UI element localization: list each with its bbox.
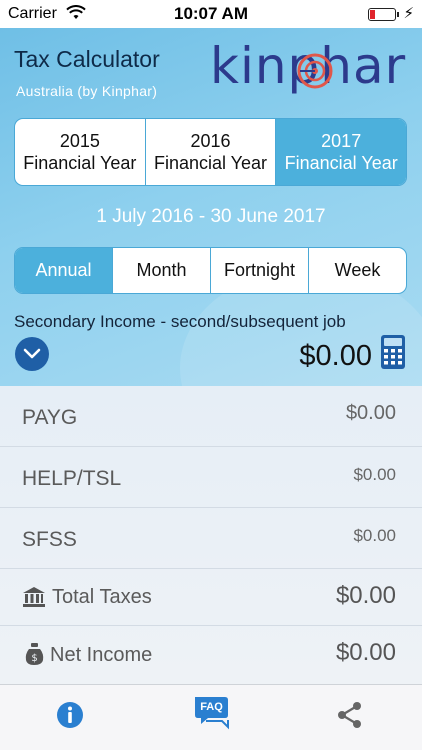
result-row-net-income: $ Net Income $0.00 bbox=[0, 626, 422, 684]
year-2016-sublabel: Financial Year bbox=[153, 153, 268, 173]
app-subtitle: Australia (by Kinphar) bbox=[16, 83, 158, 99]
period-selector: Annual Month Fortnight Week bbox=[14, 247, 407, 294]
app-title: Tax Calculator bbox=[14, 46, 160, 72]
sfss-value: $0.00 bbox=[353, 526, 396, 545]
svg-text:$: $ bbox=[31, 653, 37, 664]
net-income-label: Net Income bbox=[50, 644, 153, 666]
result-row-sfss: SFSS $0.00 bbox=[0, 508, 422, 569]
sfss-label: SFSS bbox=[22, 528, 77, 551]
kinphar-logo: kinphar bbox=[210, 36, 410, 102]
payg-label: PAYG bbox=[22, 406, 78, 429]
financial-year-selector: 2015 Financial Year 2016 Financial Year … bbox=[14, 118, 407, 186]
income-amount[interactable]: $0.00 bbox=[299, 340, 372, 373]
calculator-icon[interactable] bbox=[380, 334, 406, 370]
net-income-value: $0.00 bbox=[335, 639, 396, 666]
year-2015-sublabel: Financial Year bbox=[23, 153, 137, 173]
period-month-tab[interactable]: Month bbox=[113, 248, 211, 293]
period-fortnight-tab[interactable]: Fortnight bbox=[211, 248, 309, 293]
year-2015-label: 2015 bbox=[59, 131, 100, 151]
total-taxes-value: $0.00 bbox=[335, 582, 396, 609]
help-label: HELP/TSL bbox=[22, 467, 122, 490]
date-range: 1 July 2016 - 30 June 2017 bbox=[96, 206, 326, 227]
screen: Carrier 10:07 AM ⚡ Tax Calculator Austra… bbox=[0, 0, 422, 750]
period-week-tab[interactable]: Week bbox=[309, 248, 406, 293]
year-2015-tab[interactable]: 2015 Financial Year bbox=[15, 119, 146, 185]
total-taxes-label: Total Taxes bbox=[52, 586, 152, 608]
income-type-dropdown-button[interactable] bbox=[15, 337, 49, 371]
faq-chat-icon bbox=[195, 697, 229, 730]
result-row-total-taxes: Total Taxes $0.00 bbox=[0, 569, 422, 626]
payg-value: $0.00 bbox=[345, 402, 396, 424]
charging-icon: ⚡ bbox=[403, 5, 414, 22]
result-row-payg: PAYG $0.00 bbox=[0, 386, 422, 447]
faq-tab[interactable]: FAQ bbox=[192, 693, 232, 733]
income-type-label: Secondary Income - second/subsequent job bbox=[14, 312, 346, 331]
logo-target-icon bbox=[297, 53, 333, 89]
faq-label: FAQ bbox=[200, 701, 223, 713]
bank-icon bbox=[23, 587, 45, 607]
battery-icon bbox=[368, 8, 399, 21]
help-value: $0.00 bbox=[353, 465, 396, 484]
year-2016-label: 2016 bbox=[190, 131, 231, 151]
clock: 10:07 AM bbox=[173, 4, 248, 23]
year-2016-tab[interactable]: 2016 Financial Year bbox=[146, 119, 277, 185]
tab-bar: FAQ bbox=[0, 684, 422, 750]
year-2017-tab[interactable]: 2017 Financial Year bbox=[276, 119, 406, 185]
period-annual-tab[interactable]: Annual bbox=[15, 248, 113, 293]
year-2017-sublabel: Financial Year bbox=[284, 153, 398, 173]
year-2017-label: 2017 bbox=[321, 131, 362, 151]
money-bag-icon: $ bbox=[25, 643, 44, 665]
chevron-down-icon bbox=[23, 348, 41, 359]
result-row-help: HELP/TSL $0.00 bbox=[0, 447, 422, 508]
results-list: PAYG $0.00 HELP/TSL $0.00 SFSS $0.00 Tot… bbox=[0, 386, 422, 684]
share-icon[interactable] bbox=[332, 697, 368, 733]
info-icon[interactable] bbox=[52, 697, 88, 733]
status-bar: Carrier 10:07 AM ⚡ bbox=[0, 0, 422, 28]
